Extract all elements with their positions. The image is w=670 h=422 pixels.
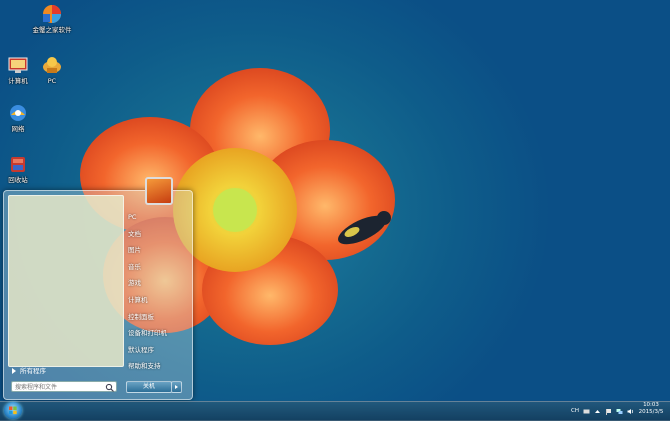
taskbar bbox=[0, 401, 670, 421]
desktop-icon-pc[interactable]: PC bbox=[30, 55, 74, 85]
desktop-icon-software[interactable]: 金蟹之家软件 bbox=[30, 4, 74, 34]
start-item-games[interactable]: 游戏 bbox=[126, 275, 188, 292]
clock-date: 2015/3/5 bbox=[638, 409, 664, 415]
search-icon bbox=[105, 383, 114, 392]
shutdown-label: 关机 bbox=[142, 383, 155, 390]
desktop-icon-network[interactable]: 网络 bbox=[0, 103, 40, 133]
start-item-default-programs[interactable]: 默认程序 bbox=[126, 342, 188, 359]
programs-pane bbox=[8, 195, 124, 367]
clock-time: 10:03 bbox=[643, 402, 659, 408]
start-item-music[interactable]: 音乐 bbox=[126, 259, 188, 276]
all-programs-item[interactable]: 所有程序 bbox=[8, 365, 122, 377]
show-hidden-icons-icon[interactable] bbox=[594, 408, 601, 415]
windows-logo-icon bbox=[9, 406, 17, 415]
start-button[interactable] bbox=[4, 402, 22, 419]
ime-indicator[interactable]: CH bbox=[571, 408, 579, 414]
start-item-devices-printers[interactable]: 设备和打印机 bbox=[126, 325, 188, 342]
search-placeholder: 搜索程序和文件 bbox=[15, 384, 58, 391]
desktop-icon-label: 金蟹之家软件 bbox=[32, 26, 72, 34]
arrow-right-icon bbox=[12, 368, 16, 374]
all-programs-label: 所有程序 bbox=[20, 367, 46, 375]
start-item-control-panel[interactable]: 控制面板 bbox=[126, 309, 188, 326]
start-item-pc[interactable]: PC bbox=[126, 209, 188, 226]
desktop-icon-recycle-bin[interactable]: 回收站 bbox=[0, 154, 40, 184]
network-status-icon[interactable] bbox=[616, 408, 623, 415]
shutdown-options-button[interactable] bbox=[171, 381, 182, 393]
system-tray: CH bbox=[571, 405, 634, 417]
search-input[interactable]: 搜索程序和文件 bbox=[11, 381, 117, 392]
desktop-icon-label: 网络 bbox=[11, 125, 25, 133]
start-item-computer[interactable]: 计算机 bbox=[126, 292, 188, 309]
flag-icon[interactable] bbox=[605, 408, 612, 415]
desktop-icon-label: PC bbox=[47, 77, 57, 85]
volume-icon[interactable] bbox=[627, 408, 634, 415]
start-item-help-support[interactable]: 帮助和支持 bbox=[126, 358, 188, 375]
user-avatar[interactable] bbox=[145, 177, 173, 205]
computer-icon bbox=[7, 55, 29, 75]
keyboard-icon[interactable] bbox=[583, 408, 590, 415]
start-menu: 所有程序 搜索程序和文件 PC 文档 图片 音乐 游戏 计算机 控制面板 设备和… bbox=[3, 177, 193, 400]
start-menu-right-pane: PC 文档 图片 音乐 游戏 计算机 控制面板 设备和打印机 默认程序 帮助和支… bbox=[126, 209, 188, 375]
clock[interactable]: 10:03 2015/3/5 bbox=[635, 402, 667, 416]
pc-icon bbox=[41, 55, 63, 75]
start-item-documents[interactable]: 文档 bbox=[126, 226, 188, 243]
desktop-icon-label: 回收站 bbox=[8, 176, 28, 184]
network-icon bbox=[7, 103, 29, 123]
shutdown-button[interactable]: 关机 bbox=[126, 381, 182, 393]
start-item-pictures[interactable]: 图片 bbox=[126, 242, 188, 259]
software-shortcut-icon bbox=[41, 4, 63, 24]
recycle-bin-icon bbox=[7, 154, 29, 174]
